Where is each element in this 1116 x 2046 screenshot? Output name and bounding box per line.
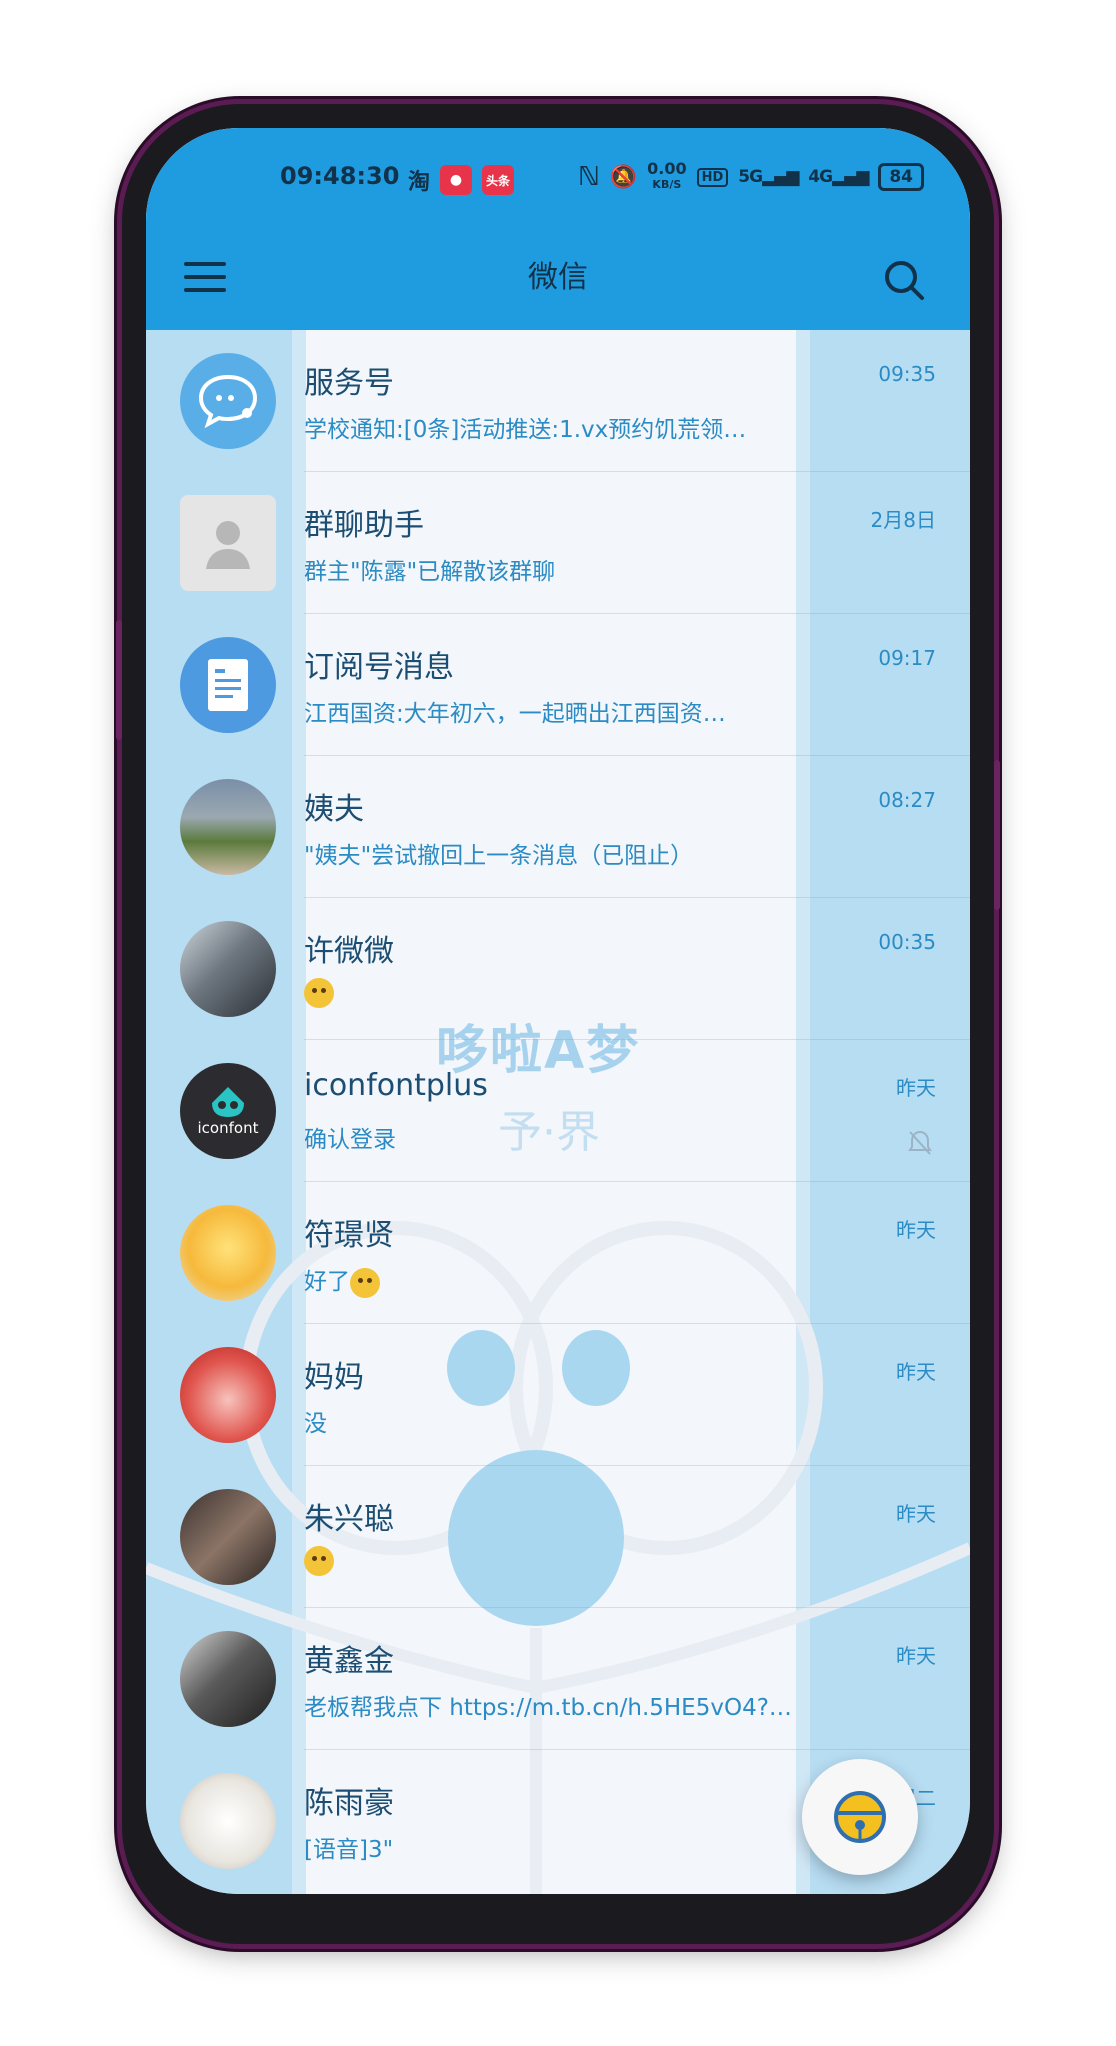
chat-message: [语音]3": [304, 1837, 394, 1863]
search-icon[interactable]: [880, 256, 928, 304]
chat-item-contact[interactable]: 朱兴聪 昨天: [146, 1466, 970, 1608]
chat-time: 00:35: [878, 930, 936, 954]
chat-name: 群聊助手: [304, 508, 424, 543]
chat-name: 许微微: [304, 934, 394, 969]
chat-item-iconfontplus[interactable]: iconfont iconfontplus 确认登录 昨天: [146, 1040, 970, 1182]
chat-name: 服务号: [304, 366, 394, 401]
app-notification-icon: ●: [440, 165, 473, 195]
contact-avatar: [180, 779, 276, 875]
chat-item-contact[interactable]: 符璟贤 好了 昨天: [146, 1182, 970, 1324]
chat-time: 昨天: [896, 1360, 936, 1384]
contact-avatar: [180, 1205, 276, 1301]
chat-message: 学校通知:[0条]活动推送:1.vx预约饥荒领…: [304, 417, 747, 443]
chat-message: 没: [304, 1411, 327, 1437]
chat-name: 朱兴聪: [304, 1502, 394, 1537]
page-title: 微信: [528, 260, 588, 295]
iconfont-avatar: iconfont: [180, 1063, 276, 1159]
chat-item-partial[interactable]: [146, 1892, 970, 1894]
signal-5g-icon: 5G▂▄▆: [738, 167, 799, 187]
nfc-icon: ℕ: [577, 162, 600, 192]
chat-time: 昨天: [896, 1644, 936, 1668]
chat-name: 陈雨豪: [304, 1786, 394, 1821]
bell-icon: [834, 1791, 886, 1843]
thinking-emoji-icon: [350, 1267, 380, 1298]
status-bar: 09:48:30 淘 ● 头条 ℕ 🔕 0.00 KB/S HD 5G▂▄▆ 4G…: [146, 128, 970, 228]
mute-bell-icon: [908, 1130, 932, 1155]
contact-avatar: [180, 1631, 276, 1727]
chat-name: 姨夫: [304, 792, 364, 827]
chat-list: 服务号 学校通知:[0条]活动推送:1.vx预约饥荒领… 09:35 群聊助手 …: [146, 330, 970, 1894]
taobao-icon: 淘: [408, 170, 431, 195]
contact-avatar: [180, 1489, 276, 1585]
subscription-avatar: [180, 637, 276, 733]
chat-item-subscriptions[interactable]: 订阅号消息 江西国资:大年初六，一起晒出江西国资… 09:17: [146, 614, 970, 756]
chat-bubble-icon: [198, 374, 258, 429]
document-icon: [208, 659, 248, 711]
power-button: [994, 760, 1000, 910]
chat-message: "姨夫"尝试撤回上一条消息（已阻止）: [304, 843, 694, 869]
chat-time: 昨天: [896, 1218, 936, 1242]
mute-status-icon: 🔕: [609, 164, 638, 190]
thinking-emoji-icon: [304, 978, 334, 1008]
contact-avatar: [180, 921, 276, 1017]
contact-avatar: [180, 1347, 276, 1443]
chat-time: 08:27: [878, 788, 936, 812]
chat-item-contact[interactable]: 姨夫 "姨夫"尝试撤回上一条消息（已阻止） 08:27: [146, 756, 970, 898]
chat-item-group-assistant[interactable]: 群聊助手 群主"陈露"已解散该群聊 2月8日: [146, 472, 970, 614]
chat-time: 09:17: [878, 646, 936, 670]
chat-name: iconfontplus: [304, 1068, 488, 1103]
chat-time: 09:35: [878, 362, 936, 386]
chat-item-contact[interactable]: 妈妈 没 昨天: [146, 1324, 970, 1466]
chat-name: 妈妈: [304, 1360, 364, 1395]
chat-message: 好了: [304, 1262, 794, 1298]
chat-name: 符璟贤: [304, 1218, 394, 1253]
title-bar: 微信: [146, 228, 970, 330]
toutiao-icon: 头条: [482, 165, 515, 195]
chat-message: 江西国资:大年初六，一起晒出江西国资…: [304, 701, 726, 727]
chat-message: 确认登录: [304, 1127, 396, 1153]
iconfont-logo-text: iconfont: [197, 1119, 259, 1137]
chat-message: [304, 978, 794, 1008]
person-icon: [206, 521, 250, 569]
contact-avatar: [180, 1773, 276, 1869]
doraemon-bell-button[interactable]: [802, 1759, 918, 1875]
service-account-avatar: [180, 353, 276, 449]
chat-message: 老板帮我点下 https://m.tb.cn/h.5HE5vO4?t…: [304, 1695, 794, 1721]
chat-name: 订阅号消息: [304, 650, 454, 685]
battery-icon: 84: [878, 163, 924, 191]
chat-time: 昨天: [896, 1076, 936, 1100]
thinking-emoji-icon: [304, 1546, 334, 1576]
hd-icon: HD: [696, 167, 729, 187]
chat-time: 2月8日: [870, 508, 936, 532]
iconfont-logo-icon: [212, 1087, 244, 1117]
signal-4g-icon: 4G▂▄▆: [808, 167, 869, 187]
chat-item-contact[interactable]: 许微微 00:35: [146, 898, 970, 1040]
chat-item-contact[interactable]: 黄鑫金 老板帮我点下 https://m.tb.cn/h.5HE5vO4?t… …: [146, 1608, 970, 1750]
screen: 哆啦A梦 予·界 09:48:30 淘 ● 头条 ℕ 🔕 0.00 KB/S HD…: [146, 128, 970, 1894]
volume-button: [116, 620, 122, 740]
status-time: 09:48:30: [280, 162, 400, 190]
chat-item-service[interactable]: 服务号 学校通知:[0条]活动推送:1.vx预约饥荒领… 09:35: [146, 330, 970, 472]
chat-name: 黄鑫金: [304, 1644, 394, 1679]
chat-message: [304, 1546, 794, 1576]
net-speed: 0.00 KB/S: [647, 159, 687, 192]
person-placeholder-avatar: [180, 495, 276, 591]
chat-message: 群主"陈露"已解散该群聊: [304, 559, 556, 585]
chat-time: 昨天: [896, 1502, 936, 1526]
